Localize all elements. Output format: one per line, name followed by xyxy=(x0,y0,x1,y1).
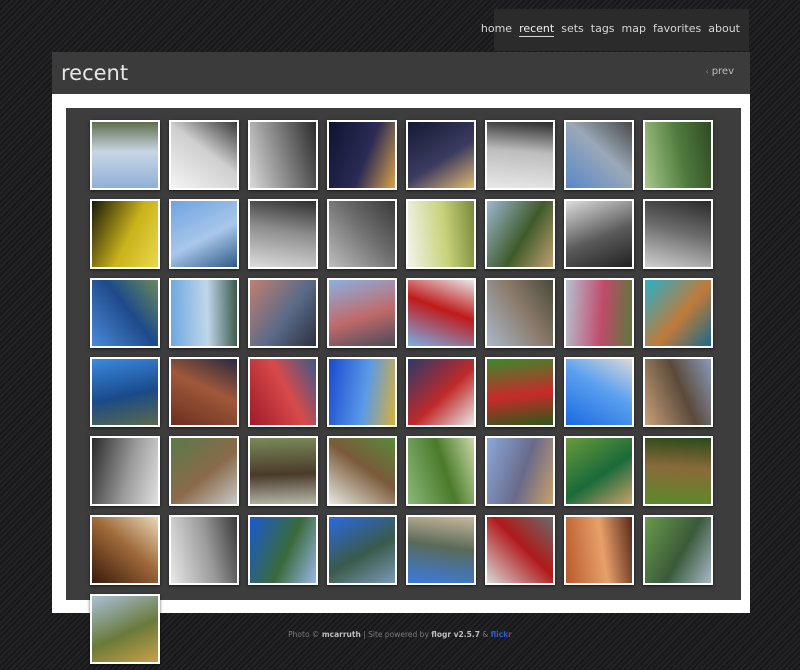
photo-thumbnail-hard-rock-guitar[interactable] xyxy=(406,278,476,348)
footer-service-part-b: r xyxy=(508,630,512,639)
page-title: recent xyxy=(61,61,129,85)
photo-thumbnail-mountain-clouds[interactable] xyxy=(485,436,555,506)
photo-thumbnail-golden-field-blue-sky[interactable] xyxy=(327,357,397,427)
footer-photo-prefix: Photo © xyxy=(288,630,320,639)
photo-thumbnail-red-tricycle-grass[interactable] xyxy=(485,357,555,427)
photo-thumbnail-ferry-deck-collage[interactable] xyxy=(643,278,713,348)
photo-gallery xyxy=(66,108,741,664)
photo-thumbnail-tulip-field[interactable] xyxy=(564,278,634,348)
photo-thumbnail-forest-path[interactable] xyxy=(485,199,555,269)
footer-amp: & xyxy=(482,630,489,639)
nav-tags[interactable]: tags xyxy=(591,22,615,37)
photo-thumbnail-duck-grass[interactable] xyxy=(643,436,713,506)
photo-thumbnail-tube-pattern[interactable] xyxy=(564,515,634,585)
photo-thumbnail-lighthouse-dusk[interactable] xyxy=(248,278,318,348)
photo-thumbnail-wedding-rings-bw[interactable] xyxy=(169,515,239,585)
nav-favorites[interactable]: favorites xyxy=(653,22,701,37)
photo-thumbnail-elephant-truck[interactable] xyxy=(169,436,239,506)
photo-thumbnail-blue-harbor[interactable] xyxy=(90,278,160,348)
photo-thumbnail-ship-rigging[interactable] xyxy=(564,199,634,269)
photo-thumbnail-city-skyline-water[interactable] xyxy=(169,199,239,269)
photo-thumbnail-mountain-valley[interactable] xyxy=(327,515,397,585)
photo-thumbnail-ducklings-rocks[interactable] xyxy=(248,436,318,506)
photo-thumbnail-autumn-trail[interactable] xyxy=(90,594,160,664)
photo-thumbnail-paris-las-vegas-night[interactable] xyxy=(327,120,397,190)
top-navigation: home recent sets tags map favorites abou… xyxy=(481,9,749,51)
nav-recent[interactable]: recent xyxy=(519,22,555,37)
footer-software-link[interactable]: flogr v2.5.7 xyxy=(431,630,480,639)
photo-thumbnail-bellagio-night[interactable] xyxy=(406,120,476,190)
photo-thumbnail-pier-sunset[interactable] xyxy=(643,357,713,427)
photo-thumbnail-bw-old-building[interactable] xyxy=(327,199,397,269)
photo-thumbnail-art-gallery-hall[interactable] xyxy=(327,278,397,348)
footer: Photo © mcarruth | Site powered by flogr… xyxy=(0,630,800,639)
nav-sets[interactable]: sets xyxy=(561,22,584,37)
photo-thumbnail-bw-railing[interactable] xyxy=(248,120,318,190)
footer-service-part-a: flick xyxy=(490,630,509,639)
photo-thumbnail-duck-on-rock[interactable] xyxy=(327,436,397,506)
thumbnail-grid xyxy=(90,120,713,664)
photo-thumbnail-yellow-lily[interactable] xyxy=(90,199,160,269)
nav-map[interactable]: map xyxy=(622,22,646,37)
nav-about[interactable]: about xyxy=(708,22,740,37)
photo-thumbnail-bw-flower[interactable] xyxy=(169,120,239,190)
photo-thumbnail-bw-dog[interactable] xyxy=(90,436,160,506)
photo-thumbnail-mallard-duck[interactable] xyxy=(564,436,634,506)
prev-label: prev xyxy=(711,66,734,77)
photo-thumbnail-bw-spiral[interactable] xyxy=(643,199,713,269)
photo-thumbnail-bw-number-sign[interactable] xyxy=(485,120,555,190)
prev-link[interactable]: ‹ prev xyxy=(705,66,734,77)
chevron-left-icon: ‹ xyxy=(705,67,709,76)
photo-thumbnail-hiker-meadow[interactable] xyxy=(643,515,713,585)
photo-thumbnail-space-needle-blue[interactable] xyxy=(564,357,634,427)
gallery-frame xyxy=(52,94,750,664)
nav-home[interactable]: home xyxy=(481,22,512,37)
page-header: recent ‹ prev xyxy=(52,52,750,94)
photo-thumbnail-space-needle-sky[interactable] xyxy=(90,120,160,190)
photo-thumbnail-junkyard-sky[interactable] xyxy=(485,278,555,348)
photo-thumbnail-american-flag[interactable] xyxy=(406,357,476,427)
photo-thumbnail-book-cover-believe[interactable] xyxy=(406,199,476,269)
nav-menu: home recent sets tags map favorites abou… xyxy=(481,22,740,37)
footer-author-link[interactable]: mcarruth xyxy=(322,630,361,639)
photo-thumbnail-guitar-frets[interactable] xyxy=(90,515,160,585)
photo-thumbnail-red-branch-drops[interactable] xyxy=(485,515,555,585)
photo-thumbnail-graffiti-wall[interactable] xyxy=(248,357,318,427)
photo-thumbnail-brick-building[interactable] xyxy=(169,357,239,427)
photo-thumbnail-lake-mountains[interactable] xyxy=(248,515,318,585)
footer-powered-text: Site powered by xyxy=(368,630,429,639)
photo-thumbnail-green-grass-shoots[interactable] xyxy=(406,436,476,506)
photo-thumbnail-mountain-ridge[interactable] xyxy=(406,515,476,585)
footer-service-link[interactable]: flickr xyxy=(491,630,512,639)
photo-thumbnail-green-road[interactable] xyxy=(643,120,713,190)
photo-thumbnail-convention-center[interactable] xyxy=(564,120,634,190)
photo-thumbnail-coastline-aerial[interactable] xyxy=(169,278,239,348)
photo-thumbnail-bw-lampposts[interactable] xyxy=(248,199,318,269)
footer-separator: | xyxy=(363,630,366,639)
photo-thumbnail-blue-sign-palms[interactable] xyxy=(90,357,160,427)
